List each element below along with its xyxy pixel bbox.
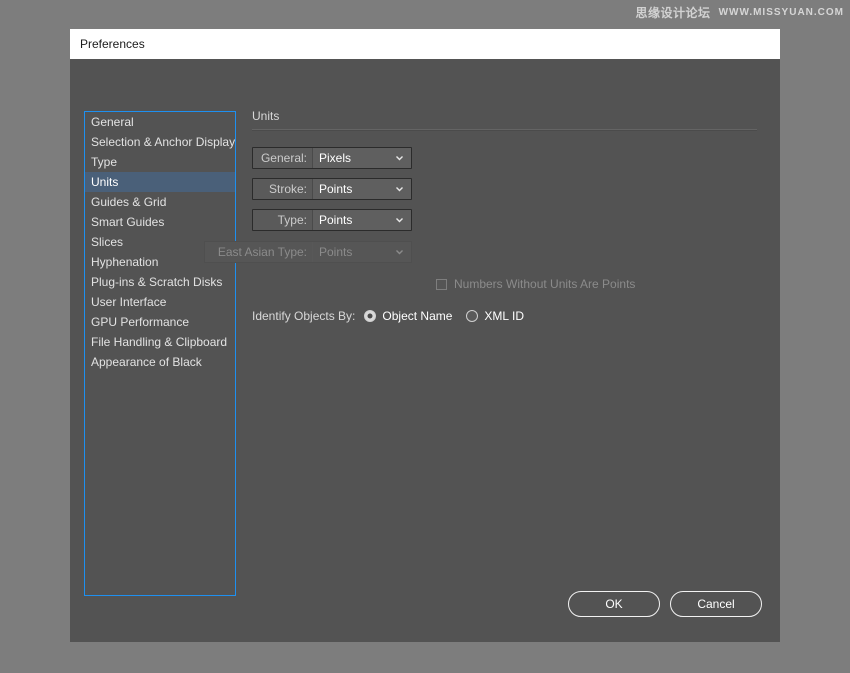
radio-label-xml-id: XML ID <box>484 309 524 323</box>
radio-label-object-name: Object Name <box>382 309 453 323</box>
sidebar-item-user-interface[interactable]: User Interface <box>85 292 235 312</box>
chevron-down-icon <box>395 248 404 257</box>
field-row-stroke: Stroke: Points <box>252 178 762 200</box>
sidebar-item-selection-anchor-display[interactable]: Selection & Anchor Display <box>85 132 235 152</box>
dialog-footer: OK Cancel <box>568 591 762 617</box>
chevron-down-icon <box>395 154 404 163</box>
watermark-cn-text: 思缘设计论坛 <box>635 6 711 20</box>
general-units-label: General: <box>253 148 313 168</box>
general-units-dropdown[interactable]: General: Pixels <box>252 147 412 169</box>
ok-button[interactable]: OK <box>568 591 660 617</box>
cancel-button[interactable]: Cancel <box>670 591 762 617</box>
section-divider <box>252 129 757 131</box>
sidebar-item-gpu-performance[interactable]: GPU Performance <box>85 312 235 332</box>
chevron-down-icon <box>395 216 404 225</box>
chevron-down-icon <box>395 185 404 194</box>
dialog-titlebar: Preferences <box>70 29 780 59</box>
general-units-value: Pixels <box>319 151 352 165</box>
stroke-units-dropdown[interactable]: Stroke: Points <box>252 178 412 200</box>
numbers-without-units-row: Numbers Without Units Are Points <box>436 277 762 291</box>
dialog-body: General Selection & Anchor Display Type Uni… <box>70 59 780 642</box>
type-units-dropdown[interactable]: Type: Points <box>252 209 412 231</box>
sidebar-item-appearance-of-black[interactable]: Appearance of Black <box>85 352 235 372</box>
radio-option-xml-id[interactable]: XML ID <box>466 309 524 323</box>
east-asian-type-value: Points <box>319 245 353 259</box>
type-units-label: Type: <box>253 210 313 230</box>
east-asian-type-dropdown: East Asian Type: Points <box>204 241 412 263</box>
field-row-east-asian-type: East Asian Type: Points <box>204 241 762 263</box>
sidebar-item-smart-guides[interactable]: Smart Guides <box>85 212 235 232</box>
east-asian-type-value-wrap: Points <box>313 242 411 262</box>
sidebar-item-file-handling-clipboard[interactable]: File Handling & Clipboard <box>85 332 235 352</box>
field-row-general: General: Pixels <box>252 147 762 169</box>
preferences-category-list[interactable]: General Selection & Anchor Display Type Uni… <box>84 111 236 596</box>
stroke-units-value: Points <box>319 182 353 196</box>
dialog-title: Preferences <box>80 37 145 51</box>
sidebar-item-type[interactable]: Type <box>85 152 235 172</box>
section-title: Units <box>252 109 280 123</box>
preferences-dialog: Preferences General Selection & Anchor Di… <box>70 29 780 642</box>
type-units-value: Points <box>319 213 353 227</box>
radio-dot-icon <box>364 310 377 322</box>
sidebar-item-general[interactable]: General <box>85 112 235 132</box>
radio-dot-icon <box>466 310 479 322</box>
identify-objects-by-label: Identify Objects By: <box>252 309 356 323</box>
east-asian-type-label: East Asian Type: <box>205 242 313 262</box>
radio-option-object-name[interactable]: Object Name <box>364 309 452 323</box>
sidebar-item-units[interactable]: Units <box>85 172 235 192</box>
units-panel: Units General: Pixels Stroke: Points Typ… <box>204 109 762 323</box>
numbers-without-units-label: Numbers Without Units Are Points <box>454 277 636 291</box>
field-row-type: Type: Points <box>252 209 762 231</box>
identify-objects-by-row: Identify Objects By: Object Name XML ID <box>252 309 762 323</box>
watermark: 思缘设计论坛 WWW.MISSYUAN.COM <box>636 4 844 21</box>
sidebar-item-guides-grid[interactable]: Guides & Grid <box>85 192 235 212</box>
general-units-value-wrap[interactable]: Pixels <box>313 148 411 168</box>
stroke-units-label: Stroke: <box>253 179 313 199</box>
stroke-units-value-wrap[interactable]: Points <box>313 179 411 199</box>
numbers-without-units-checkbox <box>436 278 447 290</box>
type-units-value-wrap[interactable]: Points <box>313 210 411 230</box>
watermark-url-text: WWW.MISSYUAN.COM <box>718 7 844 18</box>
sidebar-item-plug-ins-scratch-disks[interactable]: Plug-ins & Scratch Disks <box>85 272 235 292</box>
